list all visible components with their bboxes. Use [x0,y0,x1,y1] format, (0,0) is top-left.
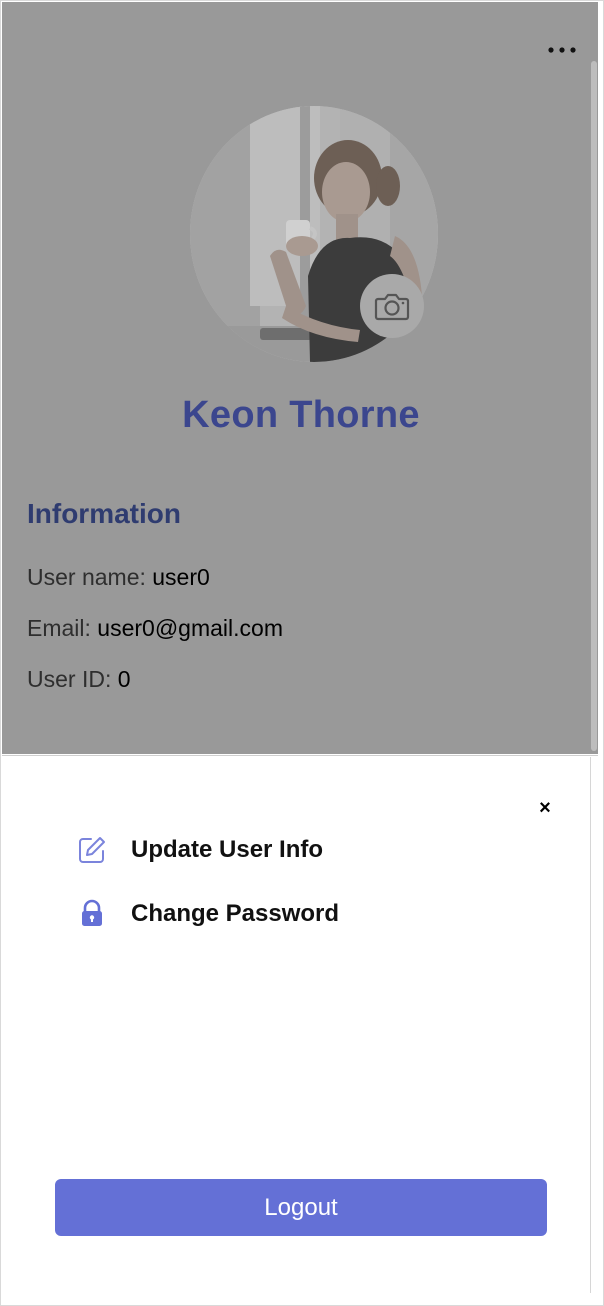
close-icon: × [539,796,551,819]
menu-item-update-user-info[interactable]: Update User Info [76,834,323,866]
user-display-name: Keon Thorne [182,394,420,436]
menu-item-label: Change Password [131,900,340,927]
more-horizontal-icon [548,47,576,53]
lock-icon [76,898,108,930]
info-value: 0 [117,666,131,692]
camera-icon [374,293,410,321]
menu-item-change-password[interactable]: Change Password [76,898,339,930]
info-value: user0 [152,564,210,590]
info-row-username: User name: user0 [27,564,210,591]
avatar-container [190,106,438,362]
action-sheet: × Update User Info Change Password Logou… [2,755,598,1303]
scrollbar[interactable] [591,61,597,751]
info-row-email: Email: user0@gmail.com [27,615,283,642]
logout-button[interactable]: Logout [55,1179,547,1236]
information-heading: Information [27,498,181,529]
close-sheet-button[interactable]: × [533,796,557,820]
info-label: User name: [27,564,153,590]
change-photo-button[interactable] [360,274,424,338]
menu-item-label: Update User Info [131,836,324,863]
info-label: User ID: [27,666,118,692]
info-row-user-id: User ID: 0 [27,666,131,693]
info-label: Email: [27,615,98,641]
profile-page: Keon Thorne Information User name: user0… [2,2,598,754]
info-value: user0@gmail.com [97,615,283,641]
sheet-scroll-edge [590,757,591,1293]
edit-icon [76,834,108,866]
app-frame: Keon Thorne Information User name: user0… [0,0,604,1306]
more-options-button[interactable] [542,34,582,66]
